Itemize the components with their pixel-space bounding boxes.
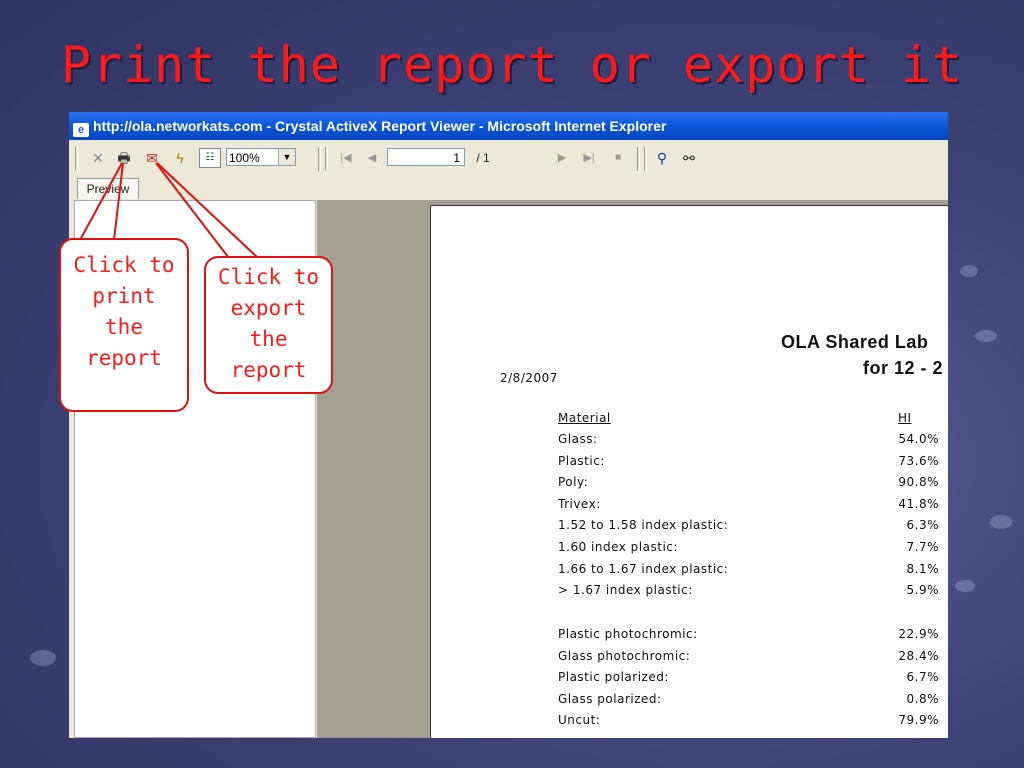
callout-print-line: Click to (73, 253, 175, 277)
callout-export: Click to export the report (204, 256, 333, 394)
callout-print-line: print (92, 284, 156, 308)
callout-export-line: export (230, 296, 307, 320)
callout-export-line: the (249, 327, 288, 351)
print-pointer-line (112, 162, 150, 241)
callout-export-line: Click to (217, 265, 320, 289)
callout-print: Click to print the report (59, 238, 189, 412)
callout-print-line: report (86, 346, 162, 370)
callout-export-line: report (230, 358, 307, 382)
callout-print-line: the (105, 315, 143, 339)
